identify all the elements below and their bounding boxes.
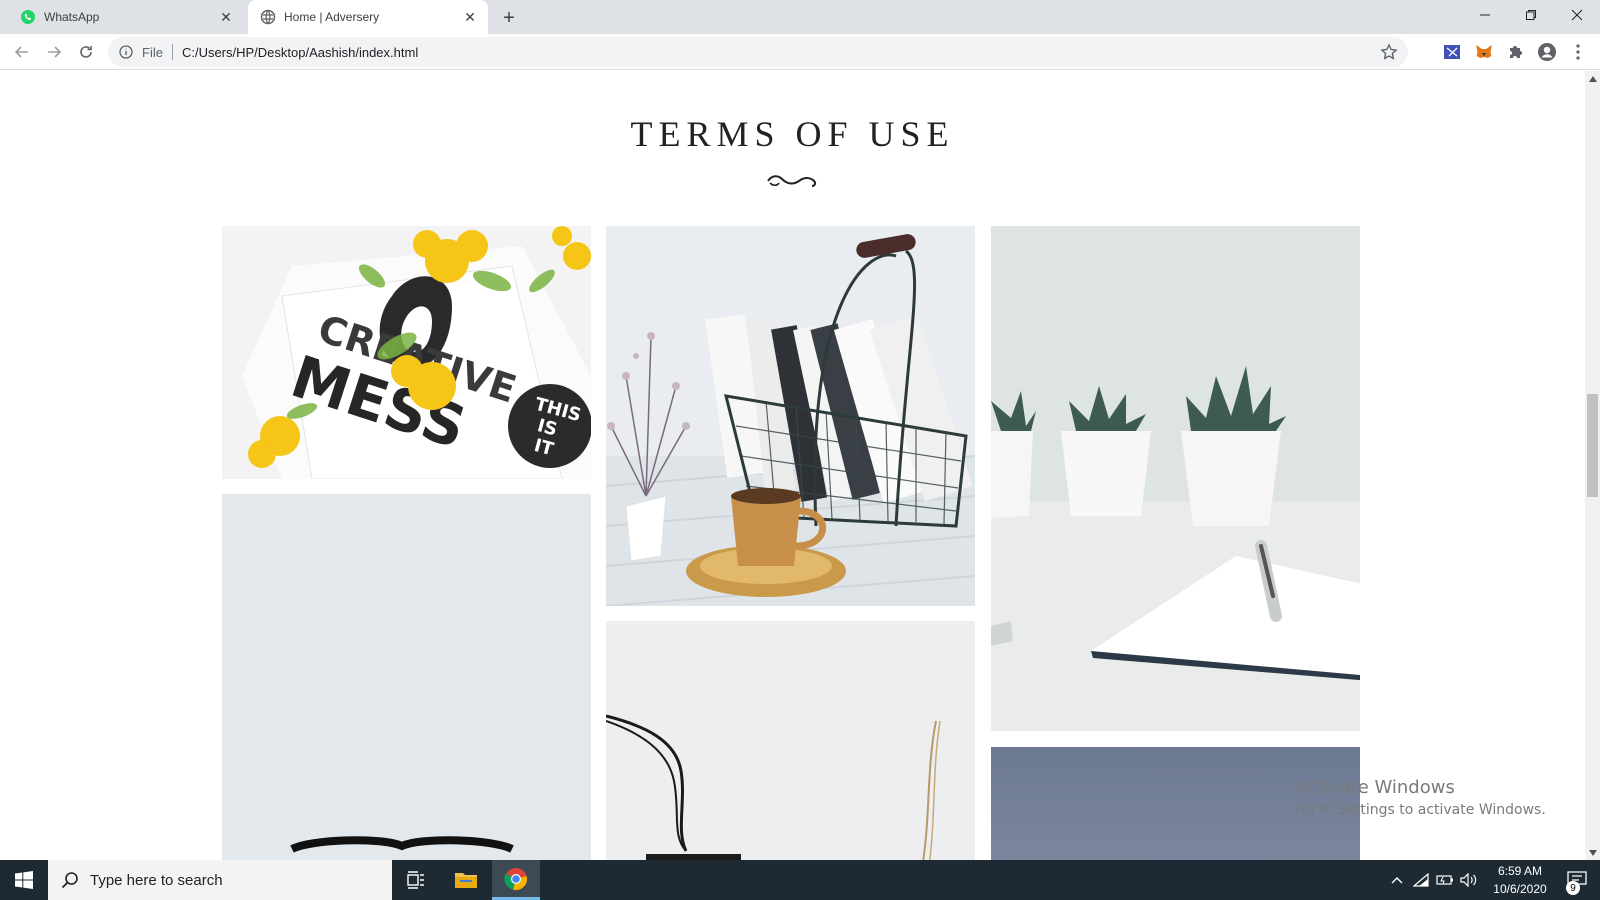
scheme-label: File [142,44,163,60]
activate-windows-watermark: Activate Windows Go to Settings to activ… [1295,777,1546,818]
restore-button[interactable] [1508,0,1554,30]
clock-time: 6:59 AM [1497,864,1543,878]
info-icon[interactable] [118,44,134,60]
ornament-swirl-icon [767,175,817,187]
metamask-fox-icon[interactable] [1472,40,1496,64]
taskbar-search-box[interactable]: Type here to search [48,860,392,900]
cord-tag-image [606,621,975,860]
menu-kebab-icon[interactable] [1566,40,1590,64]
gallery-photo-cord-tag[interactable] [606,621,975,860]
page-title: TERMS OF USE [630,114,955,154]
tab-title: Home | Adversery [284,10,380,24]
chrome-icon[interactable] [492,860,540,900]
gallery-photo-creative-mess[interactable]: CREATIVE MESS THIS IS IT [222,226,591,479]
book-basket-image [606,226,975,606]
creative-mess-image: CREATIVE MESS THIS IS IT [222,226,591,479]
search-placeholder: Type here to search [90,871,223,889]
extension-cast-icon[interactable] [1440,40,1464,64]
show-hidden-icons-chevron-icon[interactable] [1386,860,1408,900]
gallery-photo-book-basket[interactable] [606,226,975,606]
scroll-down-arrow-icon[interactable] [1585,845,1600,860]
tab-whatsapp[interactable]: WhatsApp ✕ [8,0,244,34]
glasses-image [222,494,591,860]
gallery-photo-glasses[interactable] [222,494,591,860]
taskbar-clock[interactable]: 6:59 AM 10/6/2020 [1480,860,1560,900]
scrollbar-thumb[interactable] [1587,394,1598,497]
page-scrollbar[interactable] [1585,71,1600,860]
volume-icon[interactable] [1458,860,1480,900]
gallery-photo-succulents[interactable] [991,226,1360,731]
close-icon[interactable]: ✕ [218,9,234,25]
file-explorer-icon[interactable] [442,860,490,900]
scroll-up-arrow-icon[interactable] [1585,71,1600,86]
back-button[interactable] [10,40,34,64]
tab-title: WhatsApp [44,10,100,24]
new-tab-button[interactable]: + [498,7,520,29]
close-icon[interactable]: ✕ [462,9,478,25]
watermark-title: Activate Windows [1295,777,1455,798]
divider [171,44,173,60]
address-bar[interactable]: File C:/Users/HP/Desktop/Aashish/index.h… [108,37,1408,67]
minimize-button[interactable] [1462,0,1508,30]
tab-strip: WhatsApp ✕ Home | Adversery ✕ + [0,0,1600,34]
action-center-icon[interactable] [1554,860,1600,900]
puzzle-piece-icon[interactable] [1504,40,1528,64]
profile-avatar-icon[interactable] [1535,40,1559,64]
forward-button[interactable] [42,40,66,64]
watermark-subtitle: Go to Settings to activate Windows. [1295,802,1546,818]
search-icon [60,870,80,890]
reload-button[interactable] [74,40,98,64]
network-wifi-icon[interactable] [1410,860,1432,900]
globe-icon [260,9,276,25]
windows-start-icon[interactable] [0,860,48,900]
whatsapp-icon [20,9,36,25]
battery-icon[interactable] [1434,860,1456,900]
windows-taskbar: Type here to search 6:59 AM 10/6/2020 9 [0,860,1600,900]
tab-adversery[interactable]: Home | Adversery ✕ [248,0,488,34]
close-window-button[interactable] [1554,0,1600,30]
succulents-image [991,226,1360,731]
url-text[interactable]: C:/Users/HP/Desktop/Aashish/index.html [182,45,418,60]
star-icon[interactable] [1380,43,1398,61]
clock-date: 10/6/2020 [1493,882,1547,896]
browser-toolbar: File C:/Users/HP/Desktop/Aashish/index.h… [0,34,1600,70]
notification-count-badge: 9 [1566,881,1580,895]
task-view-icon[interactable] [392,860,440,900]
page-viewport: TERMS OF USE CREATIVE MESS THIS IS [0,71,1585,860]
